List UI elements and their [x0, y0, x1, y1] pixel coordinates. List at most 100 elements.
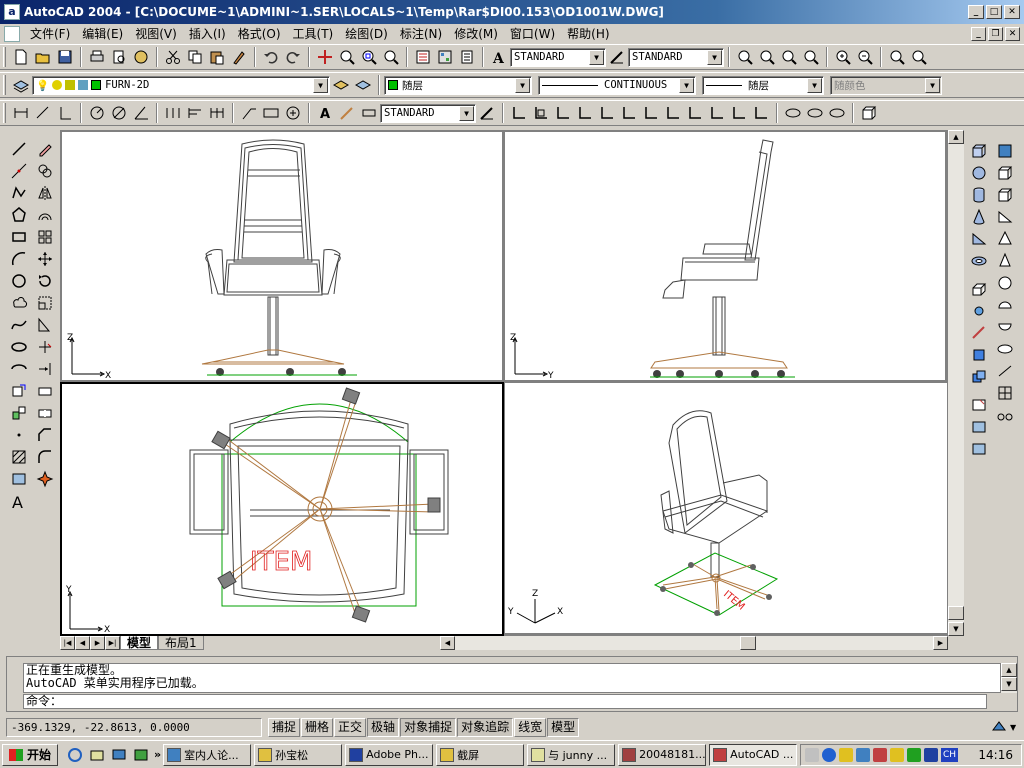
dim-style-select[interactable]: STANDARD ▼	[628, 47, 724, 67]
revision-cloud-icon[interactable]	[8, 292, 30, 314]
status-menu-arrow[interactable]: ▼	[1010, 723, 1024, 732]
torus-surface-icon[interactable]	[994, 338, 1016, 360]
menu-insert[interactable]: 插入(I)	[183, 25, 232, 43]
sphere-surface-icon[interactable]	[994, 272, 1016, 294]
language-indicator[interactable]: CH	[941, 748, 959, 762]
document-icon[interactable]	[4, 26, 20, 42]
viewport-front[interactable]: Z X	[61, 131, 503, 381]
box-icon[interactable]	[858, 102, 880, 124]
multiline-text-icon[interactable]: A	[8, 490, 30, 512]
task-item-6[interactable]: 20048181...	[618, 743, 707, 766]
task-item-2[interactable]: 孙宝松	[254, 743, 343, 766]
polar-toggle[interactable]: 极轴	[367, 717, 400, 737]
doc-close-button[interactable]: ✕	[1005, 27, 1020, 41]
chevron-down-icon[interactable]: ▼	[679, 77, 694, 93]
quick-leader-icon[interactable]	[238, 102, 260, 124]
scroll-thumb[interactable]	[948, 606, 964, 620]
scroll-right-button[interactable]: ▶	[933, 636, 948, 650]
chevron-down-icon[interactable]: ▼	[459, 105, 474, 121]
quicklaunch-more[interactable]: »	[154, 748, 161, 761]
plotstyle-control-select[interactable]: 随颜色 ▼	[830, 75, 942, 95]
move-icon[interactable]	[34, 248, 56, 270]
drawing-area[interactable]: Z X Z Y ITEM Y X ITEM Z Y X	[60, 130, 948, 636]
ucs-origin-icon[interactable]	[640, 102, 662, 124]
orbit-free-icon[interactable]	[804, 102, 826, 124]
print-preview-icon[interactable]	[108, 46, 130, 68]
zoom-all-icon[interactable]	[886, 46, 908, 68]
cut-icon[interactable]	[162, 46, 184, 68]
setup-profile-icon[interactable]	[968, 438, 990, 460]
ellipse-icon[interactable]	[8, 336, 30, 358]
revolve-icon[interactable]	[968, 300, 990, 322]
autocad-app-icon[interactable]: a	[4, 4, 20, 20]
tab-last-button[interactable]: ▶|	[105, 636, 120, 650]
menu-dimension[interactable]: 标注(N)	[394, 25, 448, 43]
offset-icon[interactable]	[34, 204, 56, 226]
quick-dimension-icon[interactable]	[162, 102, 184, 124]
coordinate-display[interactable]: -369.1329, -22.8613, 0.0000	[6, 717, 262, 737]
viewport-top[interactable]: ITEM Y X	[60, 382, 504, 636]
continue-dimension-icon[interactable]	[206, 102, 228, 124]
ucs-world-icon[interactable]	[530, 102, 552, 124]
ucs-x-icon[interactable]	[706, 102, 728, 124]
tab-next-button[interactable]: ▶	[90, 636, 105, 650]
vertical-scrollbar[interactable]: ▲ ▼	[948, 130, 964, 636]
solid-2d-icon[interactable]	[994, 140, 1016, 162]
grid-toggle[interactable]: 栅格	[301, 717, 334, 737]
zoom-scale-icon[interactable]	[778, 46, 800, 68]
copy-object-icon[interactable]	[34, 160, 56, 182]
fillet-icon[interactable]	[34, 446, 56, 468]
scroll-down-button[interactable]: ▼	[948, 622, 964, 636]
menu-help[interactable]: 帮助(H)	[561, 25, 615, 43]
print-icon[interactable]	[86, 46, 108, 68]
command-scroll-up[interactable]: ▲	[1001, 663, 1017, 677]
chamfer-icon[interactable]	[34, 424, 56, 446]
dimension-text-edit-icon[interactable]	[336, 102, 358, 124]
arc-icon[interactable]	[8, 248, 30, 270]
zoom-in-icon[interactable]	[734, 46, 756, 68]
polyline-icon[interactable]	[8, 182, 30, 204]
menu-window[interactable]: 窗口(W)	[504, 25, 561, 43]
pyramid-icon[interactable]	[994, 228, 1016, 250]
scroll-left-button[interactable]: ◀	[440, 636, 455, 650]
orbit-continuous-icon[interactable]	[826, 102, 848, 124]
ellipse-arc-icon[interactable]	[8, 358, 30, 380]
chevron-down-icon[interactable]: ▼	[925, 77, 940, 93]
menu-view[interactable]: 视图(V)	[129, 25, 183, 43]
dimension-style-icon[interactable]	[476, 102, 498, 124]
section-icon[interactable]	[968, 344, 990, 366]
scroll-up-button[interactable]: ▲	[948, 130, 964, 144]
minimize-button[interactable]: _	[968, 5, 984, 19]
text-style-icon[interactable]: A	[488, 46, 510, 68]
mirror-icon[interactable]	[34, 182, 56, 204]
chevron-down-icon[interactable]: ▼	[313, 77, 328, 93]
lightbulb-icon[interactable]: 💡	[36, 79, 49, 92]
ie-icon[interactable]	[64, 744, 86, 766]
color-control-select[interactable]: 随层 ▼	[384, 75, 532, 95]
tab-model[interactable]: 模型	[120, 636, 159, 650]
start-button[interactable]: 开始	[2, 743, 59, 766]
dimension-update-icon[interactable]	[358, 102, 380, 124]
task-item-5[interactable]: 与 junny ...	[527, 743, 616, 766]
ucs-z-icon[interactable]	[750, 102, 772, 124]
ucs-3point-icon[interactable]	[684, 102, 706, 124]
task-item-autocad[interactable]: AutoCAD ...	[709, 743, 798, 766]
outlook-icon[interactable]	[86, 744, 108, 766]
desktop-icon[interactable]	[108, 744, 130, 766]
undo-icon[interactable]	[260, 46, 282, 68]
menu-format[interactable]: 格式(O)	[232, 25, 287, 43]
network-icon[interactable]	[822, 748, 836, 762]
otrack-toggle[interactable]: 对象追踪	[457, 717, 514, 737]
radius-dimension-icon[interactable]	[86, 102, 108, 124]
interference-icon[interactable]	[968, 366, 990, 388]
viewport-side[interactable]: Z Y	[504, 131, 946, 381]
array-icon[interactable]	[34, 226, 56, 248]
cone-icon[interactable]	[968, 206, 990, 228]
lineweight-toggle[interactable]: 线宽	[514, 717, 547, 737]
diameter-dimension-icon[interactable]	[108, 102, 130, 124]
trim-icon[interactable]	[34, 336, 56, 358]
pan-realtime-icon[interactable]	[314, 46, 336, 68]
chevron-down-icon[interactable]: ▼	[515, 77, 530, 93]
new-icon[interactable]	[10, 46, 32, 68]
security-icon[interactable]	[873, 748, 887, 762]
